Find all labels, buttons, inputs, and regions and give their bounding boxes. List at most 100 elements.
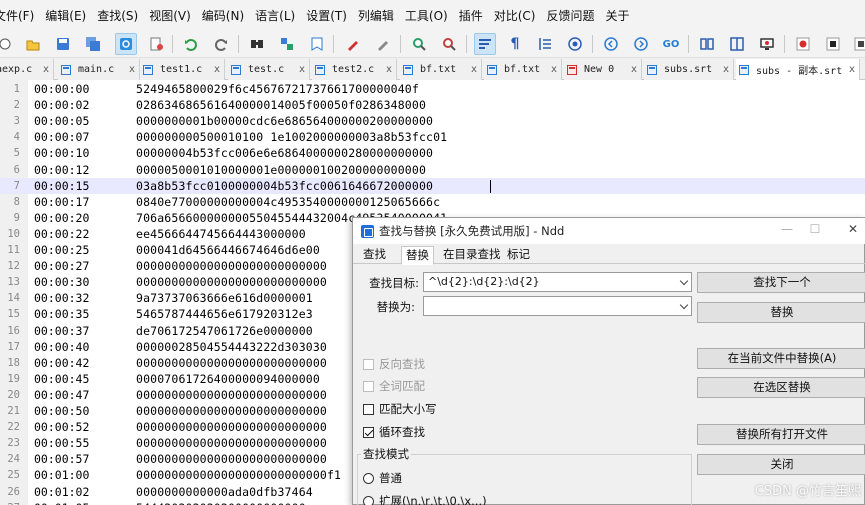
file-icon (739, 64, 749, 75)
tab-main-c[interactable]: main.c x (58, 59, 140, 80)
dialog-title-bar[interactable]: 查找与替换 [永久免费试用版] - Ndd — ☐ ✕ (353, 218, 865, 244)
replace-input[interactable] (423, 296, 692, 316)
menu-view[interactable]: 视图(V) (149, 7, 191, 24)
close-icon[interactable]: x (723, 64, 729, 75)
tab-mark[interactable]: 标记 (503, 246, 534, 264)
checkbox-label: 全词匹配 (379, 379, 425, 393)
close-icon[interactable]: x (386, 64, 392, 75)
menu-file[interactable]: 文件(F) (0, 7, 34, 24)
menu-feedback[interactable]: 反馈问题 (547, 7, 595, 24)
close-icon[interactable]: x (214, 64, 220, 75)
clear-mark-icon[interactable] (372, 33, 394, 55)
menu-compare[interactable]: 对比(C) (494, 7, 536, 24)
editor-line[interactable]: 2 00:00:02 028634686561640000014005f00050f… (0, 97, 865, 113)
menu-settings[interactable]: 设置(T) (306, 7, 347, 24)
new-file-icon[interactable] (0, 33, 16, 55)
indent-guide-icon[interactable] (534, 33, 556, 55)
editor-line[interactable]: 1 00:00:00 5249465800029f6c456767217376617… (0, 81, 865, 97)
close-all-icon[interactable] (145, 33, 167, 55)
monitor-icon[interactable] (756, 33, 778, 55)
diff-icon[interactable] (726, 33, 748, 55)
tab-subs-srt[interactable]: subs.srt x (644, 59, 734, 80)
close-icon[interactable]: x (631, 64, 637, 75)
reverse-search-checkbox[interactable]: 反向查找 (363, 356, 425, 372)
close-icon[interactable]: x (551, 64, 557, 75)
mark-icon[interactable] (342, 33, 364, 55)
target-icon[interactable] (564, 33, 586, 55)
next-icon[interactable] (630, 33, 652, 55)
play-icon[interactable] (850, 33, 865, 55)
menu-edit[interactable]: 编辑(E) (45, 7, 86, 24)
zoom-in-icon[interactable] (408, 33, 430, 55)
compare-icon[interactable] (696, 33, 718, 55)
chevron-down-icon[interactable] (679, 300, 689, 310)
tab-bf-txt[interactable]: bf.txt x (400, 59, 482, 80)
find-icon[interactable] (246, 33, 268, 55)
record-icon[interactable] (792, 33, 814, 55)
menu-tools[interactable]: 工具(O) (405, 7, 448, 24)
editor-line[interactable]: 3 00:00:05 0000000001b00000cdc6e6865640000… (0, 113, 865, 129)
redo-icon[interactable] (210, 33, 232, 55)
bookmark-icon[interactable] (306, 33, 328, 55)
line-number: 13 (7, 276, 20, 289)
minimize-icon[interactable]: — (777, 222, 797, 240)
wrap-around-checkbox[interactable]: 循环查找 (363, 424, 425, 440)
match-case-checkbox[interactable]: 匹配大小写 (363, 401, 437, 417)
editor-line[interactable]: 7 00:00:15 03a8b53fcc0100000004b53fcc00616… (0, 177, 865, 194)
mode-normal-radio[interactable]: 普通 (363, 470, 402, 486)
close-icon[interactable]: ✕ (843, 222, 863, 240)
replace-button[interactable]: 替换 (697, 302, 865, 323)
menu-column-edit[interactable]: 列编辑 (358, 7, 394, 24)
save-all-icon[interactable] (82, 33, 104, 55)
find-next-button[interactable]: 查找下一个 (697, 272, 865, 293)
open-file-icon[interactable] (22, 33, 44, 55)
menu-language[interactable]: 语言(L) (255, 7, 295, 24)
search-mode-label: 查找模式 (361, 446, 411, 462)
editor-line[interactable]: 5 00:00:10 00000004b53fcc006e6e68640000002… (0, 145, 865, 161)
tab-test2-c[interactable]: test2.c x (312, 59, 397, 80)
replace-all-open-files-button[interactable]: 替换所有打开文件 (697, 424, 865, 445)
close-icon[interactable]: x (849, 64, 855, 75)
wrap-icon[interactable] (474, 33, 496, 55)
close-button[interactable]: 关闭 (697, 454, 865, 475)
tab-find[interactable]: 查找 (359, 246, 390, 264)
close-icon[interactable] (115, 33, 137, 55)
find-in-files-icon[interactable] (276, 33, 298, 55)
line-number: 2 (13, 99, 20, 112)
tab-test-c[interactable]: test.c x (228, 59, 310, 80)
tab-aexp-c[interactable]: aexp.c x (0, 59, 54, 80)
tab-subs-copy-srt[interactable]: subs - 副本.srt x (736, 59, 860, 80)
mode-extended-radio[interactable]: 扩展(\n,\r,\t,\0,\x...) (363, 493, 487, 505)
replace-in-file-button[interactable]: 在当前文件中替换(A) (697, 348, 865, 369)
editor-line[interactable]: 8 00:00:17 0840e77000000000004c49535400000… (0, 194, 865, 210)
save-icon[interactable] (52, 33, 74, 55)
close-icon[interactable]: x (129, 64, 135, 75)
tab-replace[interactable]: 替换 (401, 246, 434, 265)
goto-icon[interactable]: GO (660, 33, 682, 55)
menu-plugins[interactable]: 插件 (459, 7, 483, 24)
maximize-icon[interactable]: ☐ (805, 222, 825, 240)
chevron-down-icon[interactable] (679, 276, 689, 286)
stop-icon[interactable] (822, 33, 844, 55)
tab-bf-txt-2[interactable]: bf.txt x (484, 59, 562, 80)
editor-line[interactable]: 4 00:00:07 000000000500010100 1e1002000000… (0, 129, 865, 145)
toolbar: ¶ GO (0, 30, 865, 58)
close-icon[interactable]: x (43, 64, 49, 75)
tab-test1-c[interactable]: test1.c x (140, 59, 225, 80)
whole-word-checkbox[interactable]: 全词匹配 (363, 378, 425, 394)
undo-icon[interactable] (180, 33, 202, 55)
find-input[interactable]: ^\d{2}:\d{2}:\d{2} (423, 272, 692, 292)
menu-search[interactable]: 查找(S) (97, 7, 138, 24)
editor-line[interactable]: 6 00:00:12 0000050001010000001e00000010020… (0, 162, 865, 178)
menu-encoding[interactable]: 编码(N) (202, 7, 244, 24)
tab-find-in-dir[interactable]: 在目录查找 (439, 246, 505, 264)
tab-new-0[interactable]: New 0 x (564, 59, 642, 80)
close-icon[interactable]: x (471, 64, 477, 75)
menu-about[interactable]: 关于 (606, 7, 630, 24)
checkbox-box-checked (363, 426, 374, 438)
replace-in-selection-button[interactable]: 在选区替换 (697, 377, 865, 398)
show-symbols-icon[interactable]: ¶ (504, 33, 526, 55)
prev-icon[interactable] (600, 33, 622, 55)
close-icon[interactable]: x (299, 64, 305, 75)
zoom-out-icon[interactable] (438, 33, 460, 55)
